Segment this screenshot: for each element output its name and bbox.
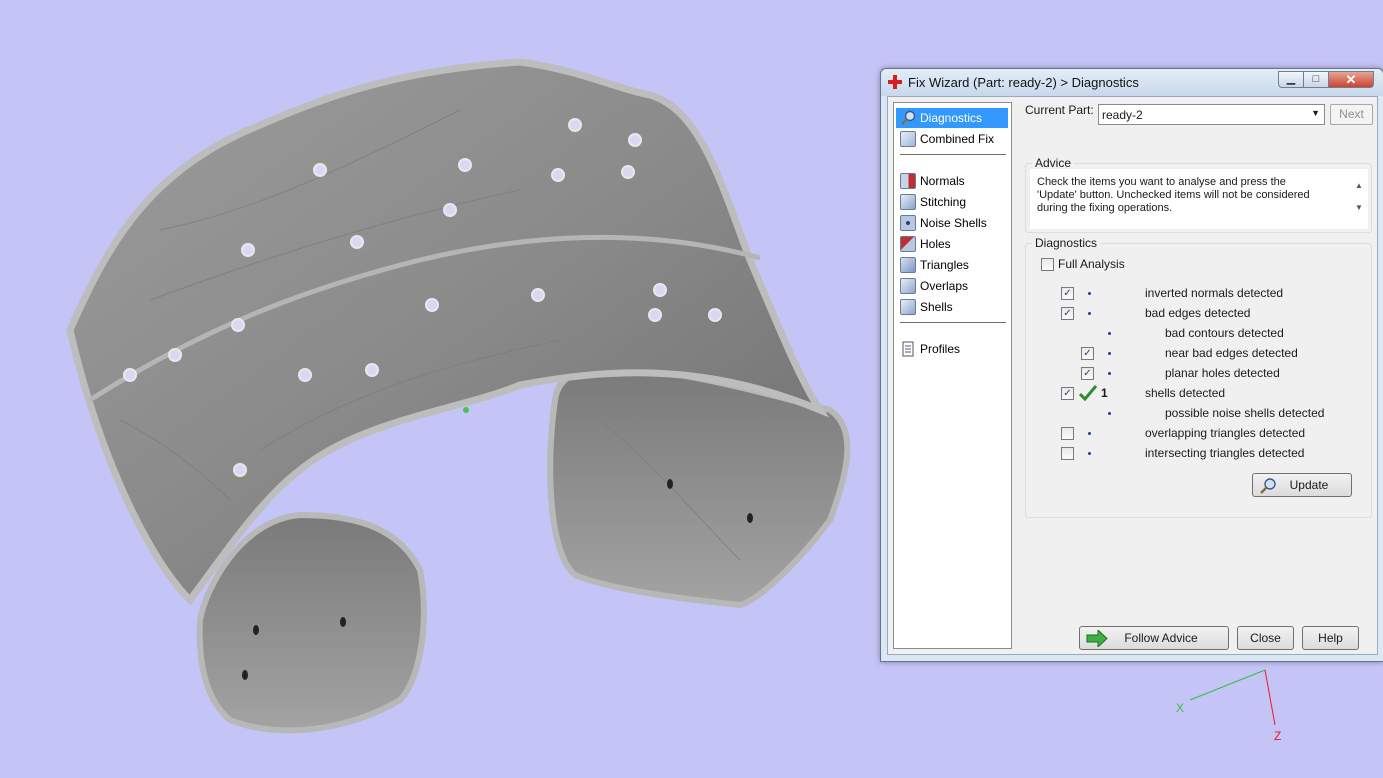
magnifier-icon (901, 110, 916, 125)
overlapping-triangles-checkbox[interactable] (1061, 427, 1074, 440)
bullet-icon (1108, 372, 1111, 375)
fix-wizard-window: Fix Wizard (Part: ready-2) > Diagnostics… (880, 68, 1383, 662)
shells-checkbox[interactable]: ✓ (1061, 387, 1074, 400)
noise-shells-icon (900, 215, 916, 231)
holes-icon (900, 236, 916, 252)
combined-fix-icon (900, 131, 916, 147)
scroll-up-icon[interactable]: ▲ (1352, 175, 1366, 197)
help-button[interactable]: Help (1302, 626, 1359, 650)
nav-item-triangles[interactable]: Triangles (896, 255, 1008, 275)
current-part-label: Current Part: (1025, 103, 1094, 117)
nav-item-normals[interactable]: Normals (896, 171, 1008, 191)
nav-item-label: Triangles (920, 258, 969, 272)
diag-row-near-bad-edges: near bad edges detected (1165, 346, 1298, 360)
bullet-icon (1108, 332, 1111, 335)
next-button[interactable]: Next (1330, 104, 1373, 125)
bad-edges-checkbox[interactable]: ✓ (1061, 307, 1074, 320)
nav-item-label: Stitching (920, 195, 967, 209)
nav-item-label: Profiles (920, 342, 961, 356)
advice-text: Check the items you want to analyse and … (1037, 176, 1310, 214)
update-button-label: Update (1289, 478, 1329, 492)
minimize-button[interactable]: ▁ (1278, 71, 1304, 88)
diag-row-bad-contours: bad contours detected (1165, 326, 1284, 340)
x-axis-line (1189, 669, 1266, 701)
z-axis-line (1264, 669, 1276, 726)
advice-group-title: Advice (1032, 156, 1075, 170)
title-bar[interactable]: Fix Wizard (Part: ready-2) > Diagnostics… (881, 69, 1383, 96)
bullet-icon (1088, 452, 1091, 455)
inverted-normals-checkbox[interactable]: ✓ (1061, 287, 1074, 300)
current-part-value: ready-2 (1102, 108, 1143, 122)
x-axis-label: X (1176, 701, 1184, 715)
nav-item-holes[interactable]: Holes (896, 234, 1008, 254)
3d-viewport[interactable] (0, 0, 880, 778)
nav-item-label: Shells (920, 300, 953, 314)
follow-advice-label: Follow Advice (1124, 631, 1198, 645)
planar-holes-checkbox[interactable]: ✓ (1081, 367, 1094, 380)
update-button[interactable]: Update (1252, 473, 1352, 497)
z-axis-label: Z (1274, 729, 1281, 743)
nav-item-label: Combined Fix (920, 132, 995, 146)
shells-count: 1 (1101, 386, 1108, 400)
nav-item-shells[interactable]: Shells (896, 297, 1008, 317)
full-analysis-checkbox[interactable] (1041, 258, 1054, 271)
advice-scrollbar[interactable]: ▲ ▼ (1352, 175, 1366, 219)
nav-item-label: Overlaps (920, 279, 969, 293)
bullet-icon (1088, 312, 1091, 315)
diag-row-intersecting-triangles: intersecting triangles detected (1145, 446, 1305, 460)
nav-item-overlaps[interactable]: Overlaps (896, 276, 1008, 296)
nav-separator (900, 322, 1006, 323)
nav-item-stitching[interactable]: Stitching (896, 192, 1008, 212)
green-check-icon (1079, 385, 1097, 401)
window-title: Fix Wizard (Part: ready-2) > Diagnostics (908, 75, 1139, 90)
green-arrow-icon (1086, 630, 1108, 647)
maximize-button[interactable]: □ (1303, 71, 1329, 88)
nav-item-diagnostics[interactable]: Diagnostics (896, 108, 1008, 128)
diag-row-inverted-normals: inverted normals detected (1145, 286, 1284, 300)
red-cross-icon (888, 75, 902, 89)
nav-item-combined-fix[interactable]: Combined Fix (896, 129, 1008, 149)
bullet-icon (1108, 352, 1111, 355)
normals-icon (900, 173, 916, 189)
chevron-down-icon: ▼ (1311, 108, 1320, 118)
axis-gizmo: X Z (1176, 669, 1281, 743)
diag-row-shells: shells detected (1145, 386, 1226, 400)
magnifier-icon (1260, 478, 1276, 494)
nav-item-label: Diagnostics (920, 111, 983, 125)
wizard-client-area: Diagnostics Combined Fix Normals Stitchi… (887, 96, 1378, 655)
bullet-icon (1088, 432, 1091, 435)
close-button[interactable]: Close (1237, 626, 1294, 650)
diag-row-planar-holes: planar holes detected (1165, 366, 1280, 380)
diagnostics-group-title: Diagnostics (1032, 236, 1101, 250)
bracelet-model[interactable] (66, 58, 851, 734)
diag-row-overlapping-triangles: overlapping triangles detected (1145, 426, 1306, 440)
advice-textbox[interactable]: Check the items you want to analyse and … (1030, 169, 1368, 229)
diag-row-bad-edges: bad edges detected (1145, 306, 1251, 320)
intersecting-triangles-checkbox[interactable] (1061, 447, 1074, 460)
near-bad-edges-checkbox[interactable]: ✓ (1081, 347, 1094, 360)
document-icon (902, 341, 914, 357)
nav-item-label: Holes (920, 237, 951, 251)
diag-row-noise-shells: possible noise shells detected (1165, 406, 1325, 420)
scroll-down-icon[interactable]: ▼ (1352, 197, 1366, 219)
shells-icon (900, 299, 916, 315)
triangles-icon (900, 257, 916, 273)
nav-separator (900, 154, 1006, 155)
bullet-icon (1088, 292, 1091, 295)
wizard-nav-list: Diagnostics Combined Fix Normals Stitchi… (893, 102, 1012, 649)
nav-item-label: Noise Shells (920, 216, 987, 230)
stitching-icon (900, 194, 916, 210)
nav-item-profiles[interactable]: Profiles (896, 339, 1008, 359)
current-part-select[interactable]: ready-2 ▼ (1098, 104, 1325, 125)
nav-item-noise-shells[interactable]: Noise Shells (896, 213, 1008, 233)
full-analysis-label: Full Analysis (1058, 257, 1125, 271)
close-window-button[interactable]: ✕ (1328, 71, 1374, 88)
follow-advice-button[interactable]: Follow Advice (1079, 626, 1229, 650)
nav-item-label: Normals (920, 174, 965, 188)
overlaps-icon (900, 278, 916, 294)
bullet-icon (1108, 412, 1111, 415)
